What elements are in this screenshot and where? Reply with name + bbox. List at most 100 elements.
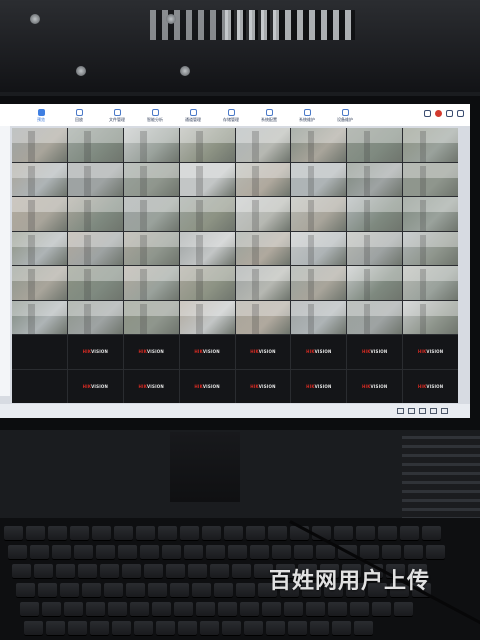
camera-feed-tile[interactable] [235,128,291,162]
camera-feed-tile[interactable] [403,128,458,162]
tab-file-management[interactable]: 文件管理 [98,108,136,122]
empty-channel-tile[interactable]: HIKVISION [235,335,291,369]
tab-system-config[interactable]: 系统配置 [250,108,288,122]
tab-preview[interactable]: 预览 [22,108,60,122]
alarm-icon[interactable] [435,110,442,117]
keyboard-key [170,583,189,598]
tab-playback[interactable]: 回放 [60,108,98,122]
camera-feed-tile[interactable] [347,300,403,334]
empty-channel-tile[interactable]: HIKVISION [67,335,123,369]
camera-feed-tile[interactable] [12,300,67,334]
camera-feed-tile[interactable] [123,266,179,300]
camera-feed-tile[interactable] [123,300,179,334]
camera-feed-tile[interactable] [403,162,458,196]
camera-feed-tile[interactable] [12,162,67,196]
camera-feed-tile[interactable] [67,300,123,334]
keyboard-key [60,583,79,598]
next-page-icon[interactable] [408,408,415,414]
camera-feed-tile[interactable] [123,231,179,265]
empty-channel-tile[interactable]: HIKVISION [179,369,235,403]
settings-icon[interactable] [441,408,448,414]
camera-feed-tile[interactable] [291,300,347,334]
camera-feed-tile[interactable] [179,162,235,196]
channel-list-strip[interactable] [0,126,10,396]
user-icon[interactable] [424,110,431,117]
camera-feed-tile[interactable] [291,128,347,162]
camera-feed-tile[interactable] [291,197,347,231]
rack-screw [30,14,40,24]
camera-feed-tile[interactable] [67,197,123,231]
camera-feed-tile[interactable] [123,162,179,196]
camera-feed-tile[interactable] [403,197,458,231]
camera-feed-tile[interactable] [347,197,403,231]
camera-feed-tile[interactable] [291,162,347,196]
camera-feed-tile[interactable] [12,197,67,231]
hikvision-logo: HIKVISION [138,349,164,355]
window-icon[interactable] [446,110,453,117]
empty-channel-tile[interactable]: HIKVISION [291,335,347,369]
server-rack-top [0,0,480,92]
camera-feed-tile[interactable] [291,231,347,265]
empty-channel-tile[interactable]: HIKVISION [179,335,235,369]
tab-system-maintenance[interactable]: 系统维护 [288,108,326,122]
empty-channel-tile[interactable]: HIKVISION [347,369,403,403]
camera-feed-tile[interactable] [235,162,291,196]
tab-channel-management[interactable]: 通道管理 [174,108,212,122]
empty-channel-tile[interactable]: HIKVISION [123,369,179,403]
tab-device-maintenance[interactable]: 设备维护 [326,108,364,122]
camera-feed-tile[interactable] [67,162,123,196]
camera-feed-tile[interactable] [179,197,235,231]
empty-channel-tile[interactable]: HIKVISION [67,369,123,403]
hikvision-logo: HIKVISION [306,349,332,355]
camera-feed-tile[interactable] [235,197,291,231]
camera-feed-tile[interactable] [347,128,403,162]
camera-feed-tile[interactable] [235,266,291,300]
keyboard-key [316,545,335,560]
camera-feed-tile[interactable] [403,231,458,265]
camera-feed-tile[interactable] [347,266,403,300]
previous-page-icon[interactable] [397,408,404,414]
keyboard-key [46,621,65,636]
fullscreen-icon[interactable] [430,408,437,414]
keyboard-key [356,526,375,541]
keyboard-key [206,545,225,560]
camera-feed-tile[interactable] [347,231,403,265]
camera-feed-tile[interactable] [179,231,235,265]
camera-feed-tile[interactable] [12,128,67,162]
camera-feed-tile[interactable] [179,128,235,162]
keyboard-key [328,602,347,617]
keyboard-row [24,621,474,636]
tab-storage-management[interactable]: 存储管理 [212,108,250,122]
camera-feed-tile[interactable] [403,300,458,334]
empty-channel-tile[interactable] [12,335,67,369]
keyboard-key [48,526,67,541]
empty-channel-tile[interactable] [12,369,67,403]
keyboard-key [52,545,71,560]
empty-channel-tile[interactable]: HIKVISION [235,369,291,403]
camera-feed-tile[interactable] [123,128,179,162]
camera-feed-tile[interactable] [12,266,67,300]
empty-channel-tile[interactable]: HIKVISION [347,335,403,369]
empty-channel-tile[interactable]: HIKVISION [291,369,347,403]
camera-feed-tile[interactable] [179,300,235,334]
empty-channel-tile[interactable]: HIKVISION [123,335,179,369]
camera-feed-tile[interactable] [67,128,123,162]
camera-feed-tile[interactable] [235,300,291,334]
keyboard-key [306,602,325,617]
camera-feed-tile[interactable] [403,266,458,300]
camera-feed-tile[interactable] [347,162,403,196]
split-screen-icon[interactable] [419,408,426,414]
hikvision-logo: HIKVISION [250,383,276,389]
camera-feed-tile[interactable] [67,231,123,265]
camera-feed-tile[interactable] [123,197,179,231]
keyboard-key [180,526,199,541]
empty-channel-tile[interactable]: HIKVISION [403,369,458,403]
close-icon[interactable] [457,110,464,117]
camera-feed-tile[interactable] [291,266,347,300]
tab-smart-analysis[interactable]: 智能分析 [136,108,174,122]
camera-feed-tile[interactable] [67,266,123,300]
camera-feed-tile[interactable] [235,231,291,265]
camera-feed-tile[interactable] [179,266,235,300]
empty-channel-tile[interactable]: HIKVISION [403,335,458,369]
camera-feed-tile[interactable] [12,231,67,265]
